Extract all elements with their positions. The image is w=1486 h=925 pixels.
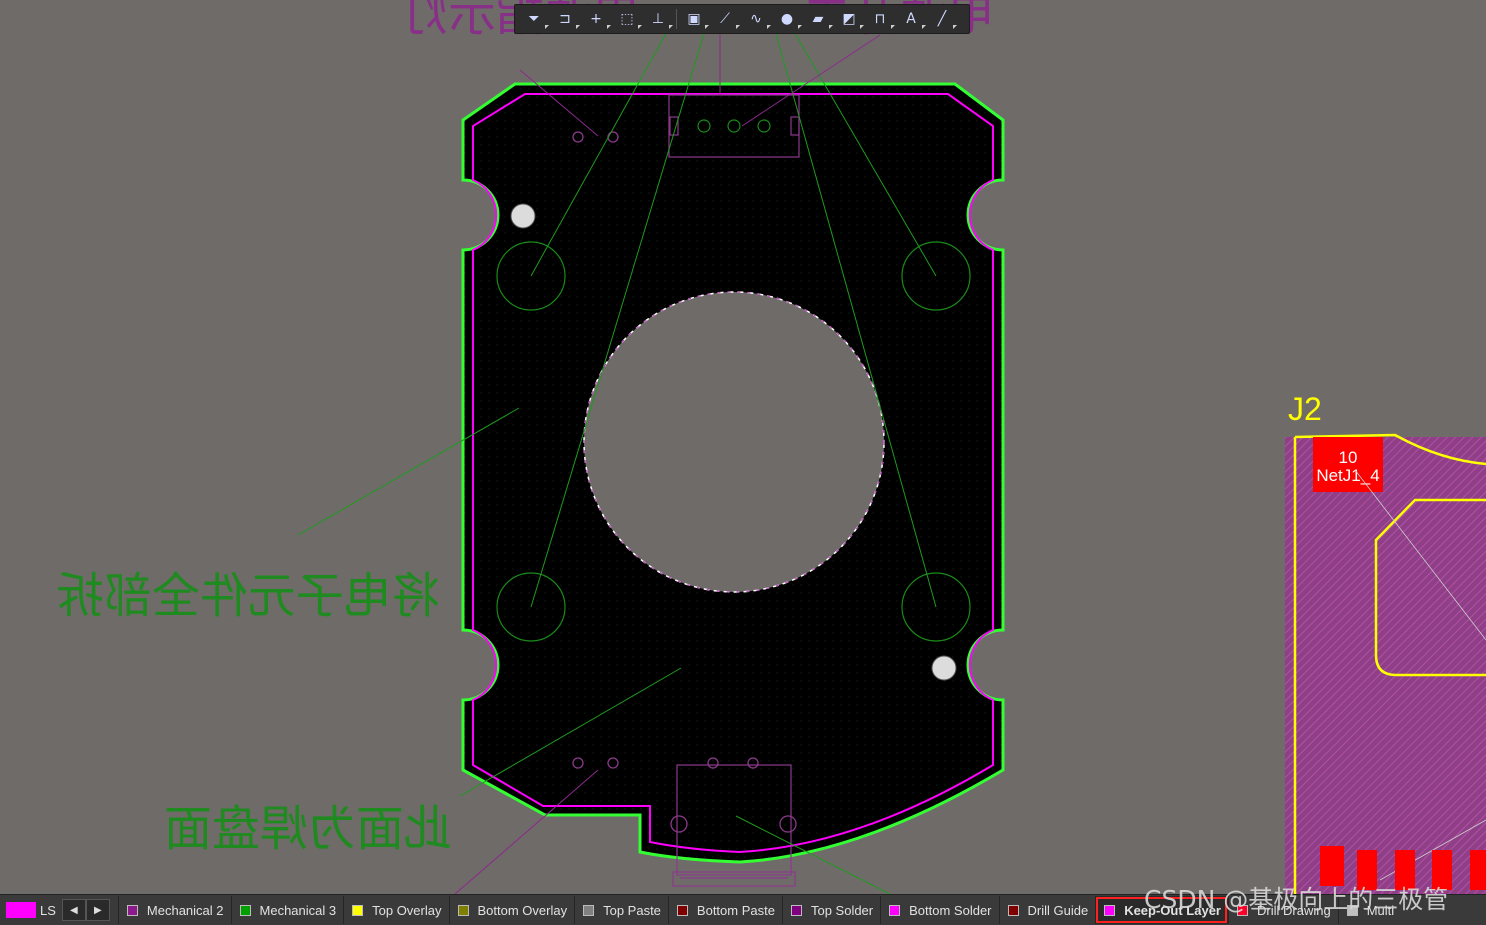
- layer-tab-label: Bottom Overlay: [477, 902, 568, 918]
- layer-tab-multi[interactable]: Multi: [1337, 896, 1401, 924]
- layer-tabs-bar: LS ◀ ▶ Mechanical 2 Mechanical 3 Top Overl…: [0, 894, 1486, 925]
- layer-tab-top-solder[interactable]: Top Solder: [781, 896, 880, 924]
- crosshair-icon[interactable]: +: [583, 7, 609, 31]
- layer-tab-mechanical-2[interactable]: Mechanical 2: [117, 896, 231, 924]
- text-bottom: 此面为焊盘面: [164, 801, 452, 857]
- active-bar-toolbar: ⏷ ⊐ + ⬚ ⊥ ▣ ⟋ ∿ ● ▰ ◩ ⊓ A ╱: [514, 4, 970, 34]
- select-rect-icon[interactable]: ⬚: [614, 7, 640, 31]
- region-icon[interactable]: ◩: [836, 7, 862, 31]
- layer-color-swatch: [1237, 904, 1248, 916]
- center-cutout[interactable]: [583, 291, 885, 593]
- text-icon[interactable]: A: [898, 7, 924, 31]
- ls-button[interactable]: LS: [40, 903, 56, 918]
- scroll-right-button[interactable]: ▶: [85, 899, 110, 921]
- pad-number: 10: [1339, 448, 1358, 467]
- filter-icon[interactable]: ⏷: [521, 7, 547, 31]
- layer-tab-label: Top Overlay: [372, 902, 442, 918]
- layer-color-swatch: [889, 904, 901, 916]
- layer-color-swatch: [676, 904, 688, 916]
- layer-tab-label: Mechanical 2: [146, 902, 224, 918]
- interactive-route-icon[interactable]: ⟋: [712, 7, 738, 31]
- layer-tab-drill-guide[interactable]: Drill Guide: [998, 896, 1096, 924]
- polygon-icon[interactable]: ▰: [805, 7, 831, 31]
- layer-tab-mechanical-3[interactable]: Mechanical 3: [230, 896, 344, 924]
- designator-j2: J2: [1288, 391, 1322, 427]
- layer-color-swatch: [1104, 904, 1116, 916]
- hole-bottom-right[interactable]: [931, 655, 957, 681]
- layer-tab-top-overlay[interactable]: Top Overlay: [343, 896, 448, 924]
- component-j2[interactable]: J2 10 NetJ1_4: [1285, 391, 1486, 894]
- current-layer-swatch[interactable]: [6, 902, 36, 918]
- layer-color-swatch: [457, 904, 469, 916]
- layer-tab-label: Bottom Paste: [696, 902, 775, 918]
- text-middle: 将电子元件全部拆: [56, 568, 440, 624]
- line-icon[interactable]: ╱: [929, 7, 955, 31]
- layer-color-swatch: [1007, 904, 1019, 916]
- align-icon[interactable]: ⊥: [645, 7, 671, 31]
- pcb-canvas[interactable]: 电源指示灯 电源开关 将电子元件全部拆 此面为焊盘面 J2 10 NetJ1_4: [0, 0, 1486, 894]
- layer-color-swatch: [1346, 904, 1358, 916]
- layer-tab-label: Top Paste: [603, 902, 661, 918]
- hole-top-left[interactable]: [510, 203, 536, 229]
- layer-tab-drill-drawing[interactable]: Drill Drawing: [1228, 896, 1338, 924]
- scroll-left-button[interactable]: ◀: [61, 899, 86, 921]
- diff-pair-icon[interactable]: ∿: [743, 7, 769, 31]
- via-icon[interactable]: ●: [774, 7, 800, 31]
- layer-color-swatch: [583, 904, 595, 916]
- layer-color-swatch: [239, 904, 251, 916]
- layer-tab-top-paste[interactable]: Top Paste: [574, 896, 668, 924]
- layer-tab-label: Keep-Out Layer: [1124, 902, 1221, 918]
- pad-net: NetJ1_4: [1316, 466, 1379, 485]
- layer-tab-label: Multi: [1366, 902, 1395, 918]
- dimension-icon[interactable]: ⊓: [867, 7, 893, 31]
- layer-tab-label: Mechanical 3: [259, 902, 337, 918]
- layer-tab-bottom-solder[interactable]: Bottom Solder: [880, 896, 998, 924]
- route-icon[interactable]: ⊐: [552, 7, 578, 31]
- layer-tab-bottom-overlay[interactable]: Bottom Overlay: [448, 896, 575, 924]
- layer-color-swatch: [352, 904, 364, 916]
- layer-tab-bottom-paste[interactable]: Bottom Paste: [667, 896, 782, 924]
- layer-color-swatch: [126, 904, 138, 916]
- layer-tab-label: Top Solder: [810, 902, 874, 918]
- layer-tab-label: Drill Drawing: [1257, 902, 1331, 918]
- layer-color-swatch: [790, 904, 802, 916]
- layer-tab-label: Bottom Solder: [909, 902, 992, 918]
- layer-tab-label: Drill Guide: [1027, 902, 1089, 918]
- component-icon[interactable]: ▣: [681, 7, 707, 31]
- layer-tab-keep-out-layer[interactable]: Keep-Out Layer: [1095, 896, 1228, 924]
